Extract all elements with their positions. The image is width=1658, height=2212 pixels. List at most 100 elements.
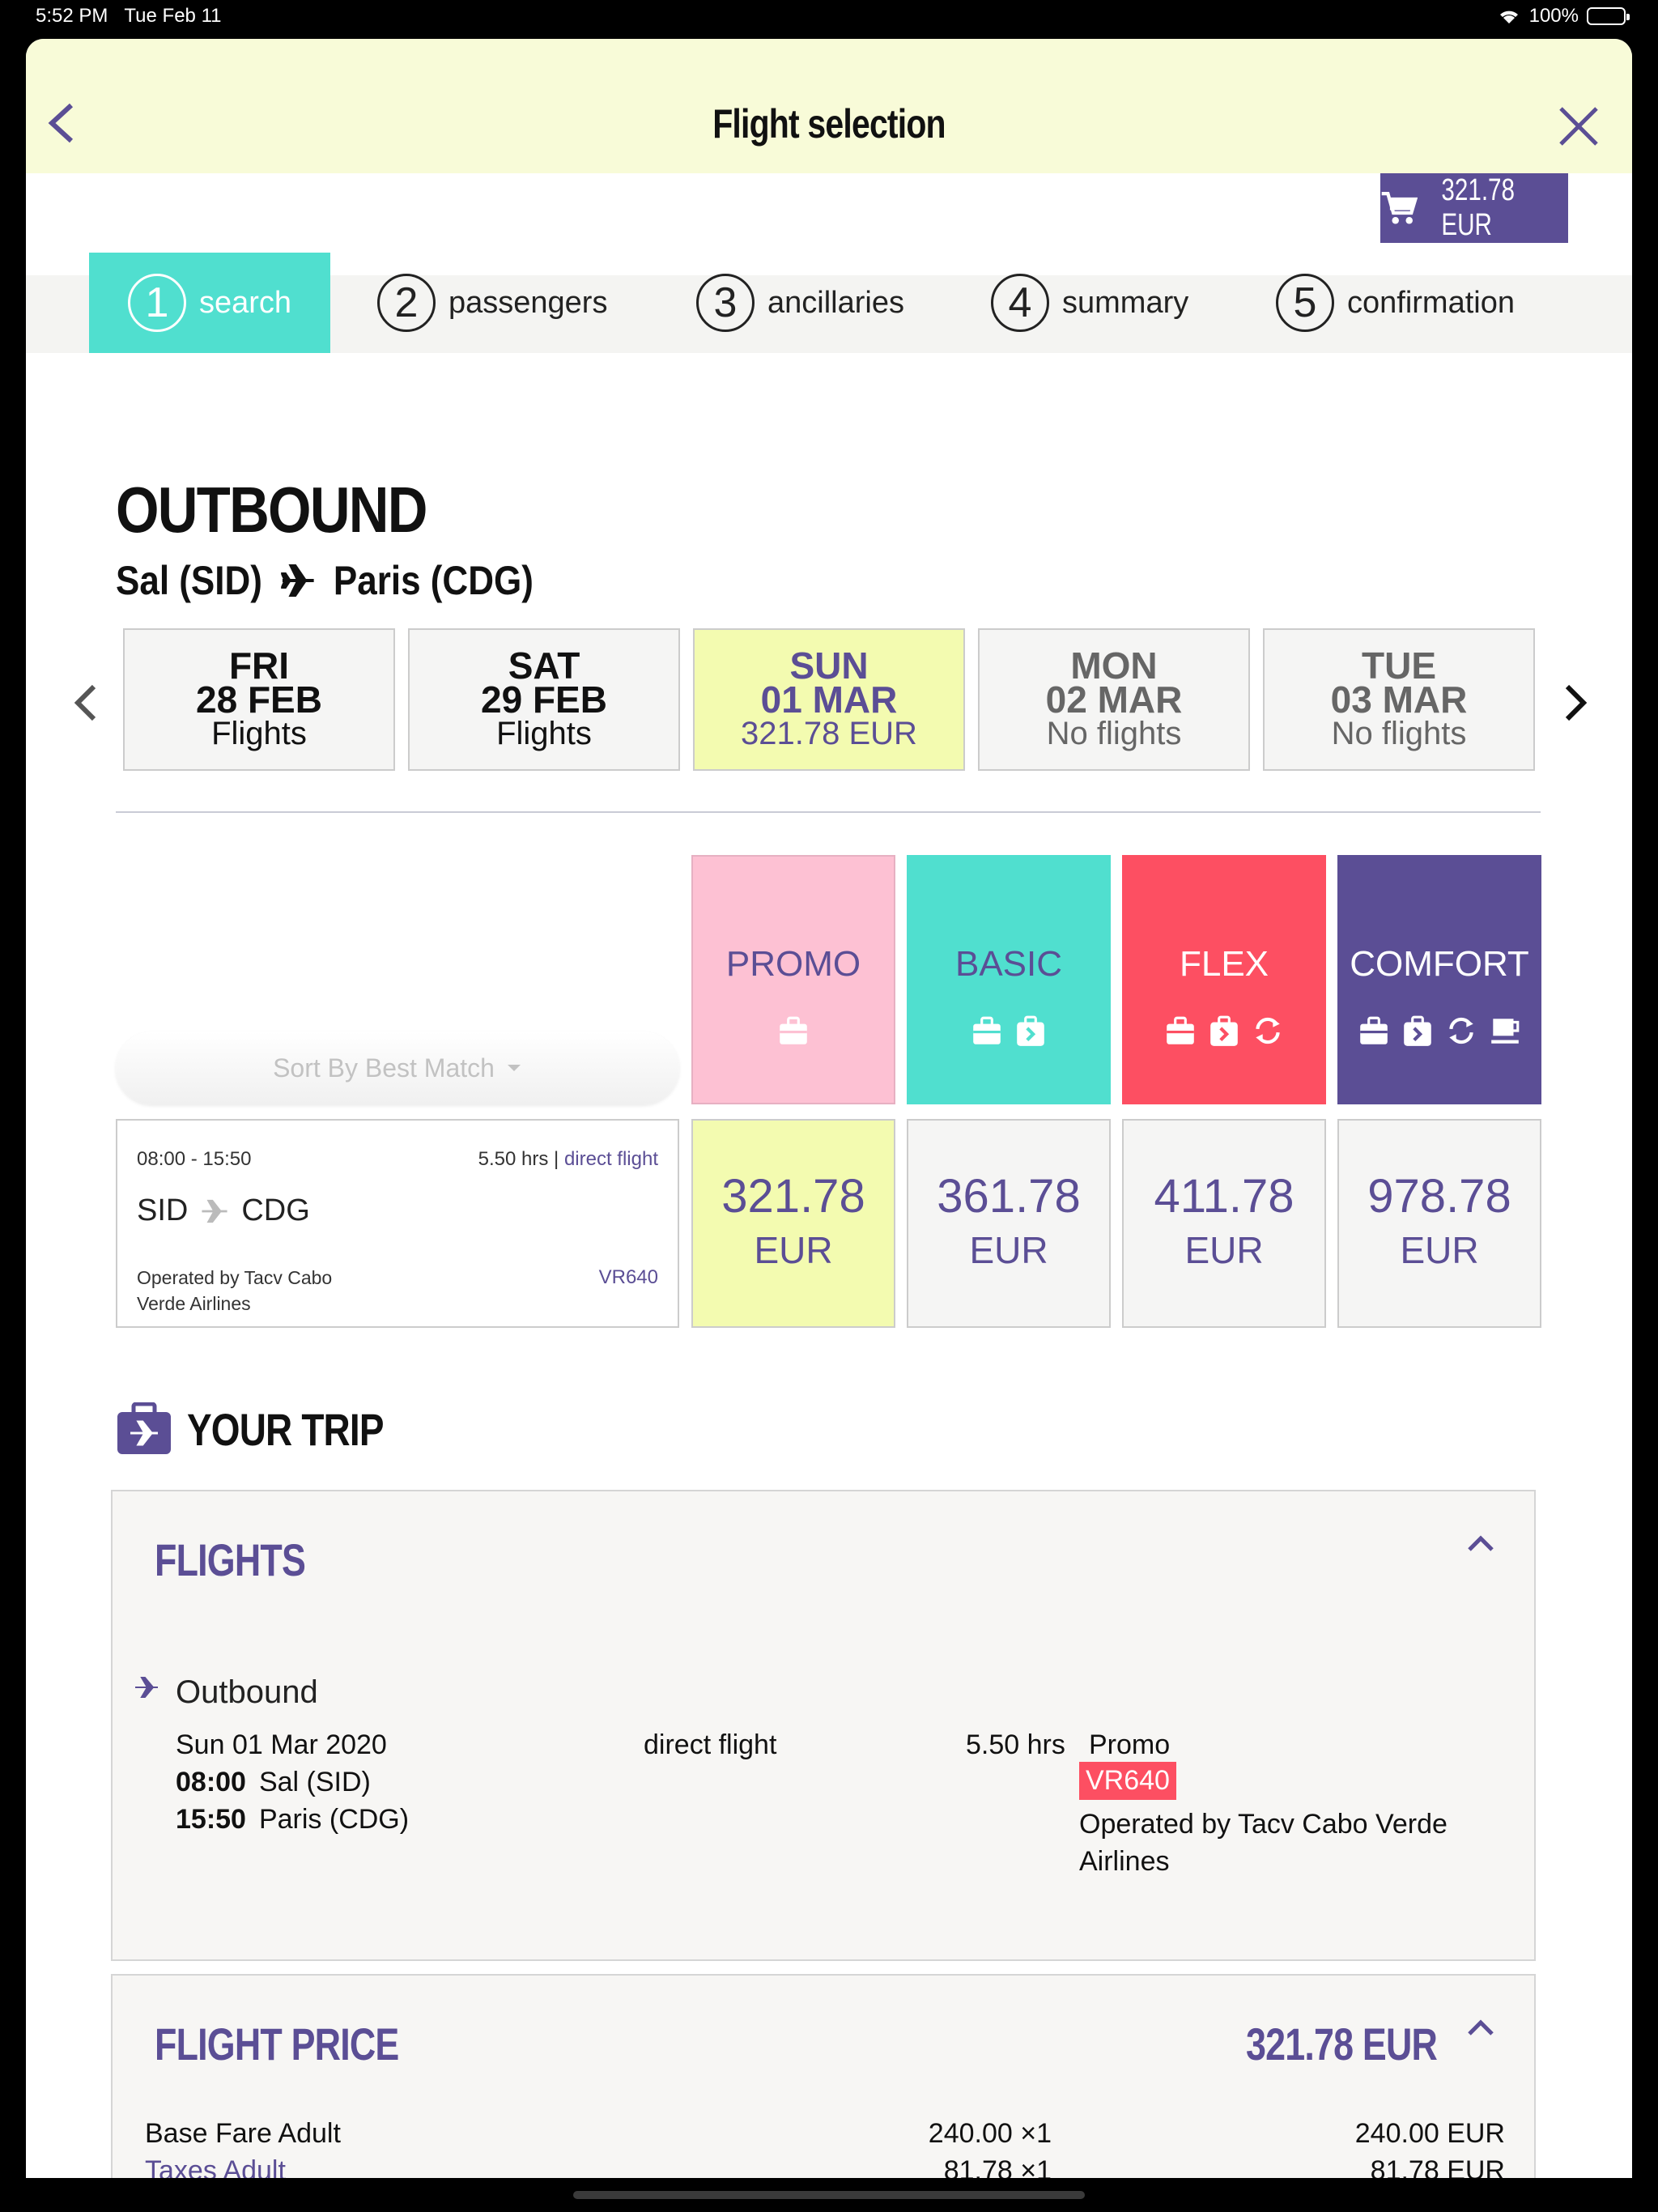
date-card-tue-03-mar[interactable]: TUE 03 MAR No flights (1263, 628, 1535, 771)
page-title: Flight selection (712, 101, 946, 147)
step-ancillaries[interactable]: 3 ancillaries (696, 253, 904, 353)
step-label: search (199, 285, 292, 320)
price-promo[interactable]: 321.78 EUR (691, 1119, 895, 1328)
refresh-icon (1449, 1017, 1473, 1044)
chevron-left-icon[interactable] (71, 678, 100, 727)
fare-name: COMFORT (1350, 944, 1529, 984)
flight-operator: Operated by Tacv Cabo Verde Airlines (1079, 1809, 1448, 1877)
refresh-icon (1256, 1017, 1280, 1044)
date-sub: No flights (1331, 716, 1467, 751)
step-number: 2 (377, 274, 436, 332)
price-currency: EUR (969, 1229, 1048, 1271)
back-icon[interactable] (44, 99, 79, 147)
price-comfort[interactable]: 978.78 EUR (1337, 1119, 1541, 1328)
flights-panel: FLIGHTS Outbound Sun 01 Mar 2020 direct … (111, 1490, 1536, 1961)
step-passengers[interactable]: 2 passengers (377, 253, 607, 353)
fare-icons (776, 1014, 810, 1048)
arrival-place: Paris (CDG) (258, 1804, 410, 1835)
close-icon[interactable] (1558, 105, 1600, 147)
price-value: 978.78 (1367, 1170, 1511, 1223)
date-sub: Flights (211, 716, 307, 751)
price-row-taxes: Taxes Adult 81.78 ×1 81.78 EUR (145, 2155, 1505, 2178)
battery-percent: 100% (1528, 5, 1579, 27)
fare-basic-header[interactable]: BASIC (907, 855, 1111, 1104)
fare-icons (970, 1014, 1048, 1048)
bag-forward-icon (1017, 1015, 1044, 1046)
status-time: 5:52 PM Tue Feb 11 (36, 5, 222, 27)
fare-icons (1163, 1014, 1285, 1048)
date-dow: MON (1070, 644, 1158, 687)
chevron-up-icon[interactable] (1465, 2014, 1497, 2039)
duration-text: 5.50 hrs | (478, 1148, 559, 1170)
step-number: 5 (1276, 274, 1334, 332)
fare-name: FLEX (1179, 944, 1269, 984)
price-value: 321.78 (721, 1170, 865, 1223)
departure: 08:00 Sal (SID) (176, 1767, 371, 1798)
fare-name: PROMO (725, 944, 861, 984)
luggage-plane-icon (117, 1402, 171, 1454)
plane-icon (280, 564, 314, 597)
step-label: passengers (449, 285, 608, 320)
suitcase-icon (973, 1016, 1001, 1044)
price-row-amount: 240.00 EUR (1354, 2118, 1505, 2149)
price-row-qty: 81.78 ×1 (943, 2155, 1052, 2178)
arrival-time: 15:50 (176, 1804, 246, 1835)
bag-forward-icon (1404, 1015, 1431, 1046)
flight-type: direct flight (644, 1729, 777, 1760)
step-number: 4 (991, 274, 1049, 332)
arrival: 15:50 Paris (CDG) (176, 1804, 409, 1836)
price-flex[interactable]: 411.78 EUR (1122, 1119, 1326, 1328)
date-card-mon-02-mar[interactable]: MON 02 MAR No flights (978, 628, 1250, 771)
date-dow: SAT (508, 644, 580, 687)
date-card-fri-28-feb[interactable]: FRI 28 FEB Flights (123, 628, 395, 771)
your-trip-title: YOUR TRIP (187, 1403, 384, 1455)
wifi-icon (1499, 11, 1518, 23)
flight-price-heading: FLIGHT PRICE (155, 2018, 399, 2069)
cart-amount: 321.78 EUR (1441, 173, 1515, 242)
departure-place: Sal (SID) (258, 1767, 371, 1797)
chevron-right-icon[interactable] (1561, 678, 1590, 727)
price-row-base-fare: Base Fare Adult 240.00 ×1 240.00 EUR (145, 2118, 1505, 2155)
step-confirmation[interactable]: 5 confirmation (1276, 253, 1515, 353)
flight-price-panel: FLIGHT PRICE 321.78 EUR Base Fare Adult … (111, 1974, 1536, 2178)
divider (116, 811, 1541, 813)
date-sub: No flights (1046, 716, 1182, 751)
route-destination: Paris (CDG) (333, 558, 534, 603)
fare-promo-header[interactable]: PROMO (691, 855, 895, 1104)
route: Sal (SID) Paris (CDG) (116, 557, 534, 604)
step-number: 3 (696, 274, 755, 332)
fare-comfort-header[interactable]: COMFORT (1337, 855, 1541, 1104)
status-right: 100% (1497, 5, 1630, 28)
price-row-label[interactable]: Taxes Adult (145, 2155, 286, 2178)
price-basic[interactable]: 361.78 EUR (907, 1119, 1111, 1328)
fare-name: BASIC (954, 944, 1063, 984)
flight-to: CDG (241, 1193, 310, 1227)
sort-dropdown[interactable]: Sort By Best Match (116, 1032, 679, 1104)
date-card-sat-29-feb[interactable]: SAT 29 FEB Flights (408, 628, 680, 771)
chevron-up-icon[interactable] (1465, 1530, 1497, 1555)
flight-operator: Operated by Tacv Cabo Verde Airlines (137, 1267, 333, 1314)
outbound-label: Outbound (176, 1674, 318, 1710)
bag-forward-icon (1210, 1015, 1238, 1046)
flight-number-badge: VR640 (1079, 1762, 1176, 1800)
date-day: 28 FEB (196, 678, 322, 721)
flight-selection-sheet: Flight selection 321.78 EUR 1 search 2 p… (26, 39, 1632, 2178)
step-search[interactable]: 1 search (89, 253, 331, 353)
step-summary[interactable]: 4 summary (991, 253, 1188, 353)
fare-flex-header[interactable]: FLEX (1122, 855, 1326, 1104)
flight-date: Sun 01 Mar 2020 (176, 1729, 387, 1760)
fare-type: Promo (1089, 1729, 1171, 1760)
price-value: 411.78 (1154, 1170, 1295, 1223)
date-dow: SUN (789, 644, 869, 687)
flight-card[interactable]: 08:00 - 15:50 5.50 hrs | direct flight S… (116, 1119, 679, 1328)
date-card-sun-01-mar[interactable]: SUN 01 MAR 321.78 EUR (693, 628, 965, 771)
flight-number: VR640 (598, 1266, 658, 1288)
date-day: 01 MAR (760, 678, 898, 721)
date-day: 02 MAR (1045, 678, 1183, 721)
top-bar: Flight selection (26, 39, 1632, 173)
status-bar: 5:52 PM Tue Feb 11 100% (0, 0, 1658, 34)
home-indicator[interactable] (573, 2191, 1085, 2199)
suitcase-icon (1167, 1016, 1194, 1044)
flight-route: SID CDG (137, 1193, 310, 1228)
cart-button[interactable]: 321.78 EUR (1380, 173, 1568, 243)
